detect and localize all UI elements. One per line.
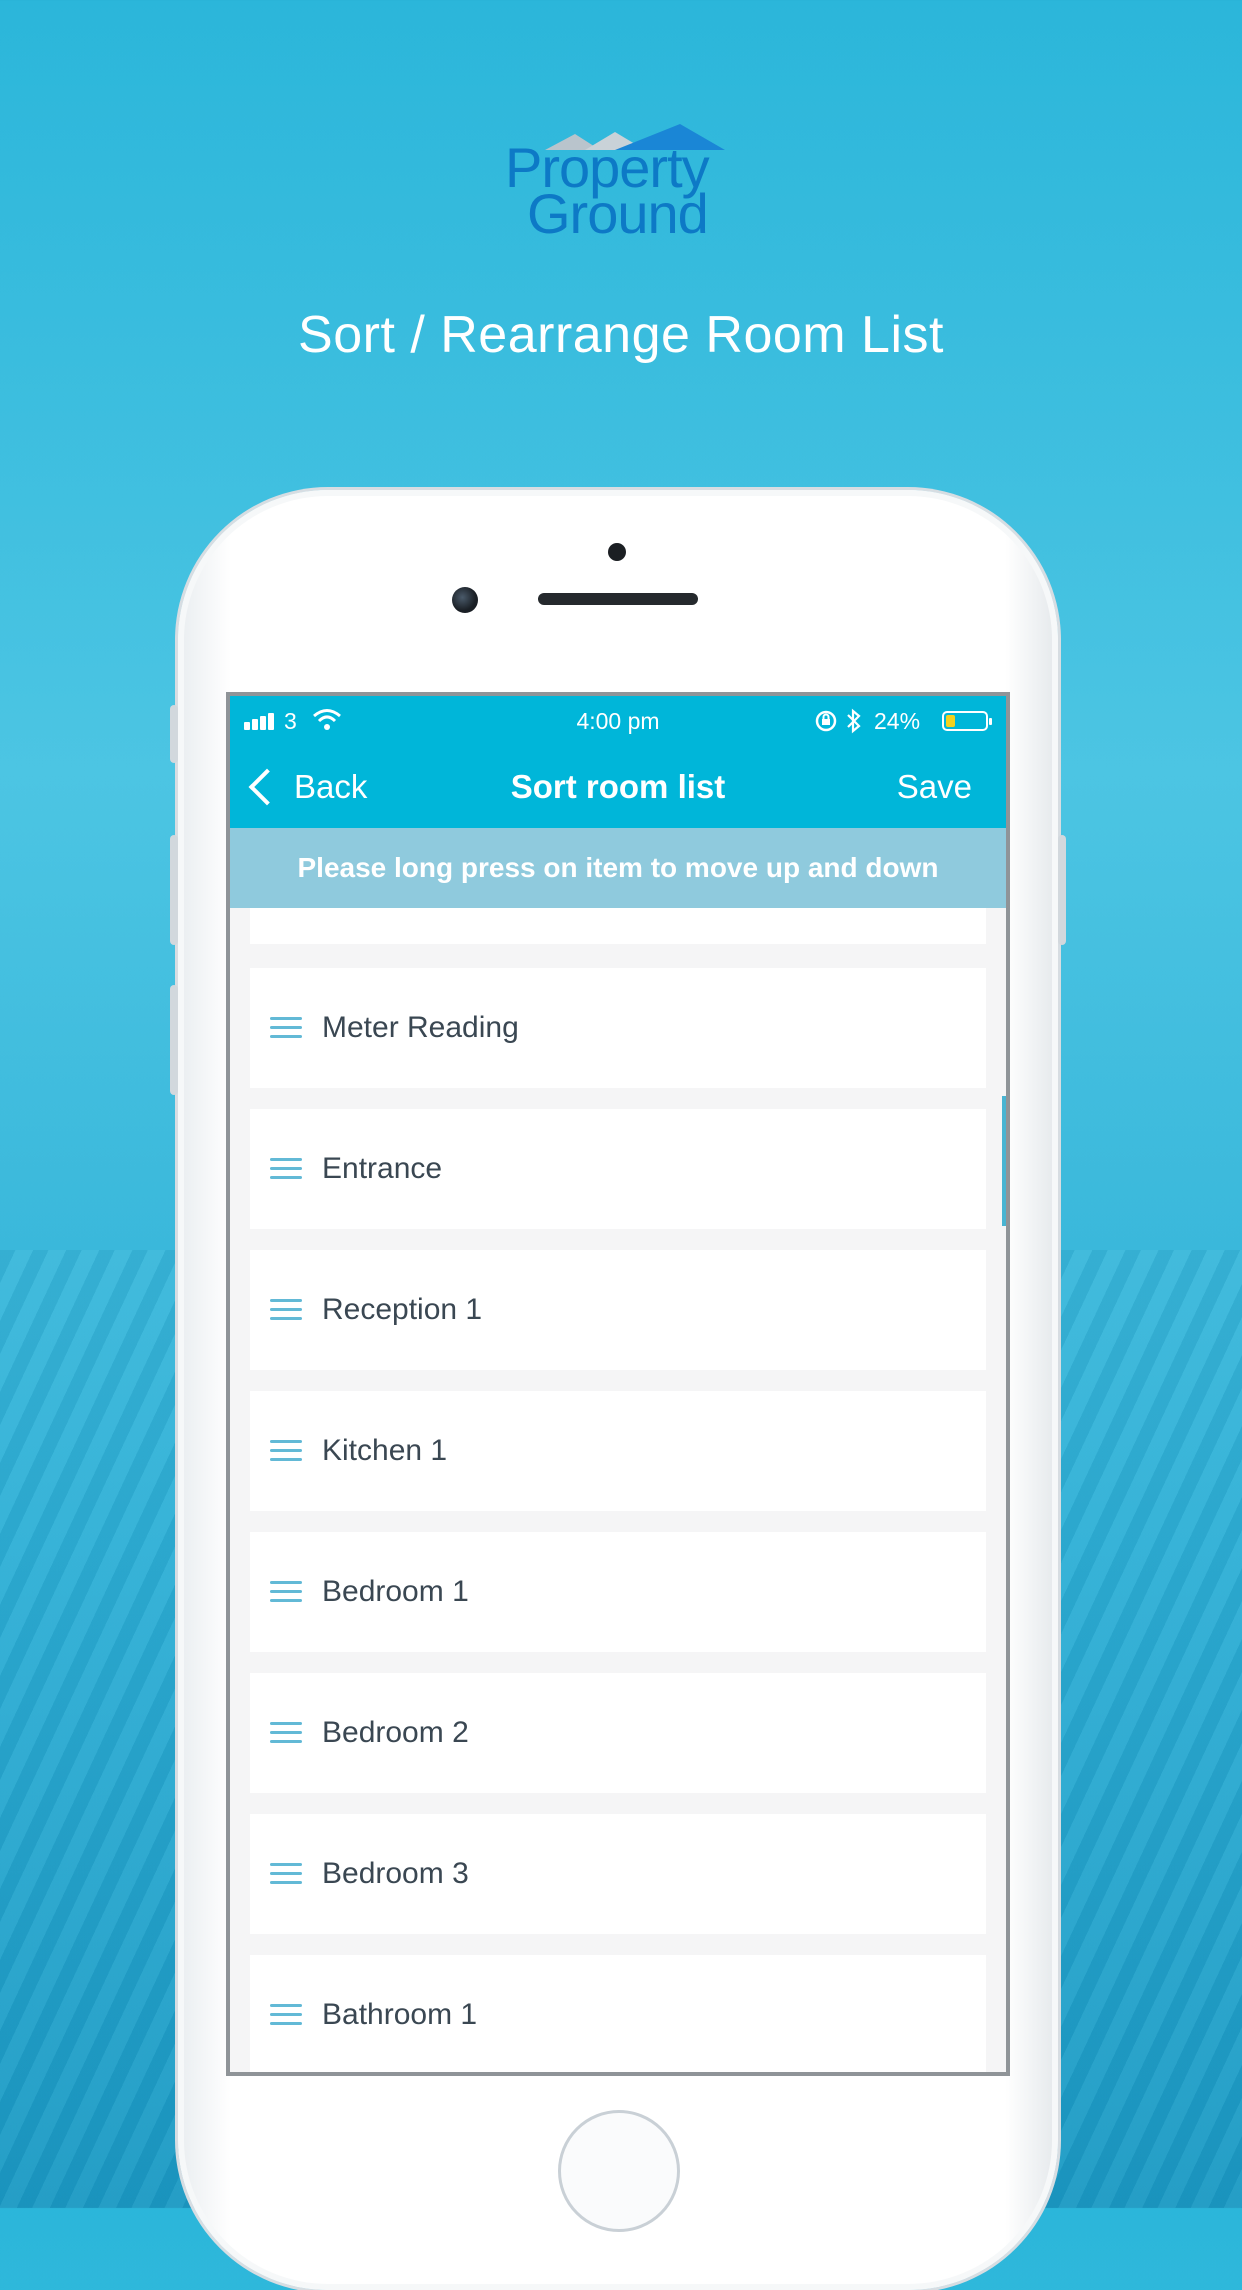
property-ground-logo: Property Ground xyxy=(505,122,725,242)
room-label: Meter Reading xyxy=(322,1011,519,1044)
drag-handle-icon[interactable] xyxy=(270,1722,302,1744)
bluetooth-icon xyxy=(847,708,861,734)
drag-handle-icon[interactable] xyxy=(270,1299,302,1321)
power-button xyxy=(1058,835,1066,945)
list-item[interactable]: Meter Reading xyxy=(250,968,986,1088)
logo-word-2: Ground xyxy=(527,182,709,245)
phone-frame: 3 4:00 pm 24% Back Sort room list Save P… xyxy=(170,490,1066,2290)
drag-handle-icon[interactable] xyxy=(270,1158,302,1180)
room-label: Bathroom 1 xyxy=(322,1998,478,2031)
room-label: Bedroom 3 xyxy=(322,1857,469,1890)
room-label: Reception 1 xyxy=(322,1293,483,1326)
page-title: Sort room list xyxy=(510,768,726,805)
room-label: Bedroom 2 xyxy=(322,1716,469,1749)
phone-screen: 3 4:00 pm 24% Back Sort room list Save P… xyxy=(226,692,1010,2076)
list-item[interactable]: Reception 1 xyxy=(250,1250,986,1370)
room-label: Entrance xyxy=(322,1152,443,1185)
page-headline: Sort / Rearrange Room List xyxy=(298,306,944,364)
drag-handle-icon[interactable] xyxy=(270,1440,302,1462)
list-item[interactable]: Bedroom 1 xyxy=(250,1532,986,1652)
battery-percent: 24% xyxy=(874,708,921,734)
mute-switch xyxy=(170,705,178,763)
nav-bar: Back Sort room list Save xyxy=(230,746,1006,828)
instruction-banner: Please long press on item to move up and… xyxy=(230,828,1006,908)
home-button[interactable] xyxy=(558,2110,680,2232)
drag-handle-icon[interactable] xyxy=(270,1581,302,1603)
proximity-sensor xyxy=(608,543,626,561)
drag-handle-icon[interactable] xyxy=(270,2004,302,2026)
scrollbar[interactable] xyxy=(1002,1096,1006,1226)
front-camera xyxy=(452,587,478,613)
list-item[interactable]: Entrance xyxy=(250,1109,986,1229)
room-label: Bedroom 1 xyxy=(322,1575,469,1608)
rotation-lock-icon xyxy=(815,710,837,732)
room-label: Kitchen 1 xyxy=(322,1434,448,1467)
drag-handle-icon[interactable] xyxy=(270,1017,302,1039)
battery-fill xyxy=(946,715,955,727)
list-item[interactable]: Bedroom 2 xyxy=(250,1673,986,1793)
save-button[interactable]: Save xyxy=(897,768,972,806)
status-bar: 3 4:00 pm 24% xyxy=(230,696,1006,746)
volume-up-button xyxy=(170,835,178,945)
earpiece-speaker xyxy=(538,593,698,605)
battery-icon xyxy=(942,711,992,731)
list-item[interactable]: Bathroom 1 xyxy=(250,1955,986,2072)
list-item[interactable]: Bedroom 3 xyxy=(250,1814,986,1934)
volume-down-button xyxy=(170,985,178,1095)
drag-handle-icon[interactable] xyxy=(270,1863,302,1885)
list-item-partial xyxy=(250,908,986,944)
list-item[interactable]: Kitchen 1 xyxy=(250,1391,986,1511)
